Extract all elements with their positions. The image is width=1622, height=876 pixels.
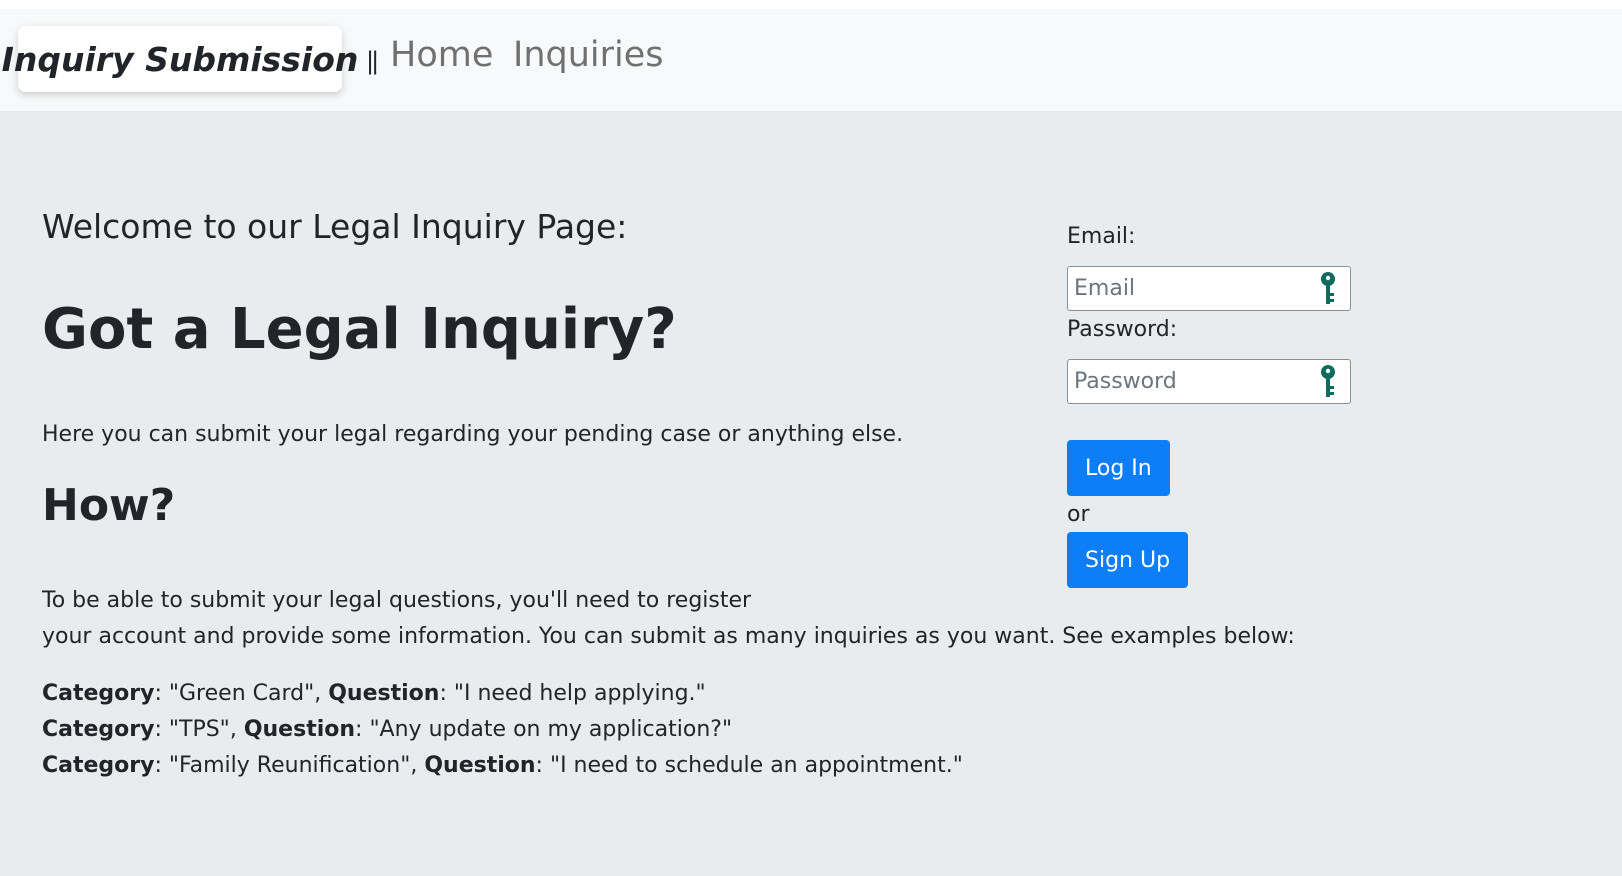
example-category: "TPS" [168,717,230,742]
category-label: Category [42,681,155,706]
login-button[interactable]: Log In [1067,440,1170,496]
example-category: "Family Reunification" [168,753,411,778]
signup-button[interactable]: Sign Up [1067,532,1189,588]
examples-list: Category: "Green Card", Question: "I nee… [42,676,963,784]
main-content: Welcome to our Legal Inquiry Page: Got a… [0,111,1622,876]
instructions-line-2: your account and provide some informatio… [42,624,1295,649]
example-question: "I need help applying." [453,681,706,706]
brand-logo[interactable]: Inquiry Submission [2,26,358,92]
or-text: or [1067,502,1090,527]
example-question: "I need to schedule an appointment." [549,753,963,778]
email-field[interactable] [1068,267,1314,310]
nav-link-inquiries[interactable]: Inquiries [513,35,664,75]
email-field-wrapper [1067,266,1351,311]
how-heading: How? [42,480,176,531]
question-label: Question [424,753,536,778]
example-item: Category: "Family Reunification", Questi… [42,753,963,778]
intro-text: Here you can submit your legal regarding… [42,422,904,447]
welcome-heading: Welcome to our Legal Inquiry Page: [42,207,628,246]
question-label: Question [243,717,356,742]
instructions-text: To be able to submit your legal question… [42,583,1295,655]
category-label: Category [42,717,155,742]
password-label: Password: [1067,317,1178,342]
instructions-line-1: To be able to submit your legal question… [42,588,752,613]
password-field[interactable] [1068,360,1314,403]
example-item: Category: "TPS", Question: "Any update o… [42,717,733,742]
example-item: Category: "Green Card", Question: "I nee… [42,681,706,706]
key-icon [1321,365,1335,397]
key-icon [1321,272,1335,304]
example-question: "Any update on my application?" [369,717,733,742]
question-label: Question [328,681,440,706]
email-label: Email: [1067,224,1136,249]
navbar: Inquiry Submission || Home Inquiries [0,9,1622,111]
nav-separator: || [366,47,379,75]
nav-link-home[interactable]: Home [390,35,493,75]
example-category: "Green Card" [168,681,315,706]
category-label: Category [42,753,155,778]
page-title: Got a Legal Inquiry? [42,297,677,362]
password-field-wrapper [1067,359,1351,404]
